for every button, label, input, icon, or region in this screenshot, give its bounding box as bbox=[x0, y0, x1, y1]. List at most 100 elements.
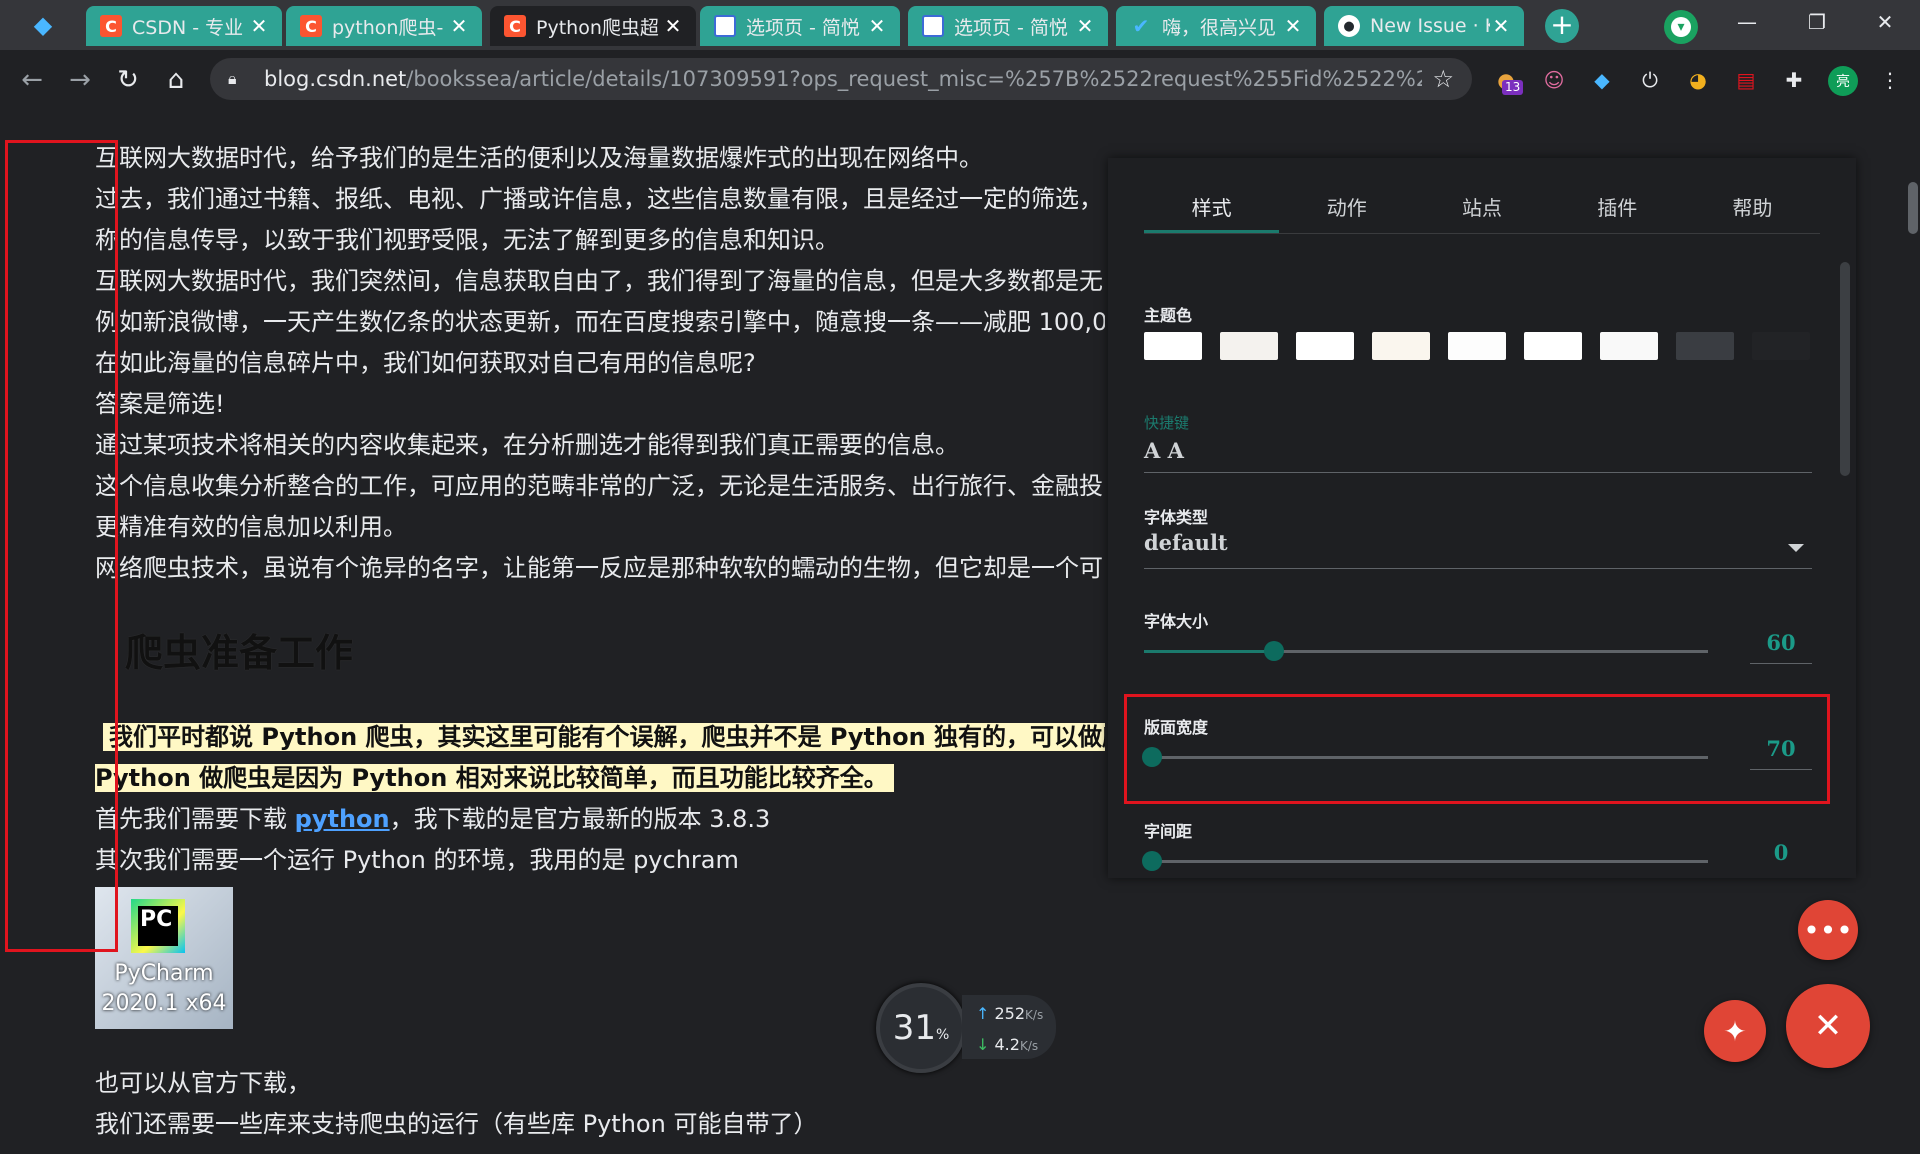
forward-button[interactable]: → bbox=[62, 62, 98, 98]
extension-diamond[interactable]: ◆ bbox=[1588, 66, 1616, 94]
theme-swatch[interactable] bbox=[1752, 332, 1810, 360]
page-scrollbar[interactable] bbox=[1908, 182, 1918, 234]
theme-swatch[interactable] bbox=[1220, 332, 1278, 360]
download-line: 首先我们需要下载 python，我下载的是官方最新的版本 3.8.3 bbox=[95, 799, 1105, 840]
profile-initial: 亮 bbox=[1836, 74, 1850, 90]
new-tab-button[interactable]: + bbox=[1545, 9, 1579, 43]
browser-menu-button[interactable]: ⋮ bbox=[1876, 66, 1904, 94]
theme-swatch[interactable] bbox=[1296, 332, 1354, 360]
letter-spacing-value[interactable]: 0 bbox=[1750, 840, 1812, 873]
more-options-button[interactable]: ••• bbox=[1798, 900, 1858, 960]
letter-spacing-slider[interactable] bbox=[1142, 851, 1708, 871]
download-text: 首先我们需要下载 bbox=[95, 805, 295, 833]
puzzle-icon: ✚ bbox=[1785, 68, 1803, 92]
close-icon[interactable]: ✕ bbox=[866, 14, 888, 38]
lock-icon[interactable]: 🔒︎ bbox=[228, 69, 248, 89]
close-icon[interactable]: ✕ bbox=[1490, 14, 1512, 38]
font-size-value[interactable]: 60 bbox=[1750, 630, 1812, 664]
close-icon[interactable]: ✕ bbox=[248, 14, 270, 38]
back-button[interactable]: ← bbox=[14, 62, 50, 98]
pinned-tab[interactable]: ◆ bbox=[8, 6, 78, 44]
close-icon[interactable]: ✕ bbox=[1282, 14, 1304, 38]
slider-handle[interactable] bbox=[1142, 851, 1163, 871]
caption-line: 2020.1 x64 bbox=[101, 991, 227, 1016]
extension-cookie[interactable]: ● 13 bbox=[1492, 66, 1524, 95]
close-icon[interactable]: ✕ bbox=[1074, 14, 1096, 38]
bookmark-star-icon[interactable]: ☆ bbox=[1432, 65, 1454, 93]
extension-circle[interactable]: ◕ bbox=[1684, 66, 1712, 94]
extension-power[interactable]: ⏻ bbox=[1636, 66, 1664, 94]
power-icon: ⏻ bbox=[1642, 68, 1658, 92]
tab-action[interactable]: 动作 bbox=[1279, 188, 1414, 233]
tab-active-python[interactable]: C Python爬虫超 ✕ bbox=[490, 6, 696, 46]
tab-github-issue[interactable]: ● New Issue · K ✕ bbox=[1324, 6, 1524, 46]
download-rate: ↓ 4.2K/s bbox=[976, 1030, 1056, 1061]
theme-swatches bbox=[1144, 332, 1828, 360]
theme-color-label: 主题色 bbox=[1144, 306, 1193, 325]
font-type-underline bbox=[1144, 568, 1812, 569]
article-paragraph: 更精准有效的信息加以利用。 bbox=[95, 513, 407, 541]
close-icon[interactable]: ✕ bbox=[448, 14, 470, 38]
cpu-percent: 31 bbox=[892, 1008, 936, 1048]
theme-swatch[interactable] bbox=[1144, 332, 1202, 360]
flashlight-icon: ✦ bbox=[1723, 1014, 1747, 1048]
github-icon: ● bbox=[1338, 15, 1360, 37]
address-bar[interactable]: 🔒︎ blog.csdn.net/bookssea/article/detail… bbox=[210, 58, 1472, 100]
font-size-slider[interactable] bbox=[1144, 641, 1708, 661]
tab-options-1[interactable]: 选项页 - 简悦 ✕ bbox=[700, 6, 900, 46]
shortcut-input[interactable]: A A bbox=[1144, 438, 1184, 463]
shortcut-underline bbox=[1144, 472, 1812, 473]
highlighted-text: 我们平时都说 Python 爬虫，其实这里可能有个误解，爬虫并不是 Python… bbox=[103, 723, 1105, 751]
profile-avatar[interactable]: 亮 bbox=[1828, 66, 1858, 96]
slider-handle[interactable] bbox=[1263, 641, 1284, 661]
csdn-icon: C bbox=[504, 15, 526, 37]
reload-button[interactable]: ↻ bbox=[110, 62, 146, 98]
reader-icon: ▤ bbox=[1736, 68, 1756, 92]
python-link[interactable]: python bbox=[295, 805, 390, 833]
close-reader-button[interactable]: ✕ bbox=[1786, 984, 1870, 1068]
theme-swatch[interactable] bbox=[1372, 332, 1430, 360]
close-icon[interactable]: ✕ bbox=[662, 14, 684, 38]
ellipsis-icon: ••• bbox=[1803, 913, 1853, 947]
font-type-select[interactable]: default bbox=[1144, 530, 1228, 555]
extension-reader[interactable]: ▤ bbox=[1732, 66, 1760, 94]
article-paragraph: 答案是筛选! bbox=[95, 390, 225, 418]
tab-search-button[interactable]: ▾ bbox=[1664, 10, 1698, 44]
upload-rate: ↑ 252K/s bbox=[976, 999, 1056, 1030]
caption-line: PyCharm bbox=[114, 961, 214, 986]
theme-swatch[interactable] bbox=[1448, 332, 1506, 360]
arrow-right-icon: → bbox=[69, 65, 91, 95]
chevron-down-icon[interactable] bbox=[1788, 544, 1804, 552]
tab-plugin[interactable]: 插件 bbox=[1550, 188, 1685, 233]
close-window-button[interactable]: ✕ bbox=[1850, 0, 1920, 44]
extension-cat[interactable]: ☺ bbox=[1540, 66, 1568, 94]
tab-help[interactable]: 帮助 bbox=[1685, 188, 1820, 233]
tab-site[interactable]: 站点 bbox=[1414, 188, 1549, 233]
tab-python-crawler[interactable]: C python爬虫- ✕ bbox=[286, 6, 482, 46]
extensions-button[interactable]: ✚ bbox=[1780, 66, 1808, 94]
pycharm-logo-text: PC bbox=[138, 906, 178, 946]
article-paragraph: 通过某项技术将相关的内容收集起来，在分析删选才能得到我们真正需要的信息。 bbox=[95, 431, 959, 459]
panel-scrollbar[interactable] bbox=[1840, 262, 1850, 476]
minimize-button[interactable]: — bbox=[1712, 0, 1782, 44]
pycharm-logo-icon: PC bbox=[131, 899, 185, 953]
article-paragraph: 过去，我们通过书籍、报纸、电视、广播或许信息，这些信息数量有限，且是经过一定的筛… bbox=[95, 185, 1103, 213]
percent-unit: % bbox=[935, 1027, 950, 1043]
home-button[interactable]: ⌂ bbox=[158, 62, 194, 98]
tab-style[interactable]: 样式 bbox=[1144, 188, 1280, 233]
tab-csdn[interactable]: C CSDN - 专业 ✕ bbox=[86, 6, 282, 46]
theme-swatch[interactable] bbox=[1676, 332, 1734, 360]
theme-swatch[interactable] bbox=[1600, 332, 1658, 360]
csdn-icon: C bbox=[100, 15, 122, 37]
tab-welcome[interactable]: ✔ 嗨，很高兴见 ✕ bbox=[1116, 6, 1316, 46]
url-text[interactable]: blog.csdn.net/bookssea/article/details/1… bbox=[264, 67, 1422, 91]
kebab-menu-icon: ⋮ bbox=[1880, 68, 1900, 92]
network-speed-widget[interactable]: 31% ↑ 252K/s ↓ 4.2K/s bbox=[876, 983, 1056, 1073]
speed-rates: ↑ 252K/s ↓ 4.2K/s bbox=[962, 995, 1056, 1059]
tab-options-2[interactable]: 选项页 - 简悦 ✕ bbox=[908, 6, 1108, 46]
highlight-button[interactable]: ✦ bbox=[1704, 1000, 1766, 1062]
article-paragraph: 互联网大数据时代，给予我们的是生活的便利以及海量数据爆炸式的出现在网络中。 bbox=[95, 144, 983, 172]
minimize-icon: — bbox=[1737, 10, 1757, 34]
theme-swatch[interactable] bbox=[1524, 332, 1582, 360]
restore-button[interactable]: ❐ bbox=[1782, 0, 1852, 44]
